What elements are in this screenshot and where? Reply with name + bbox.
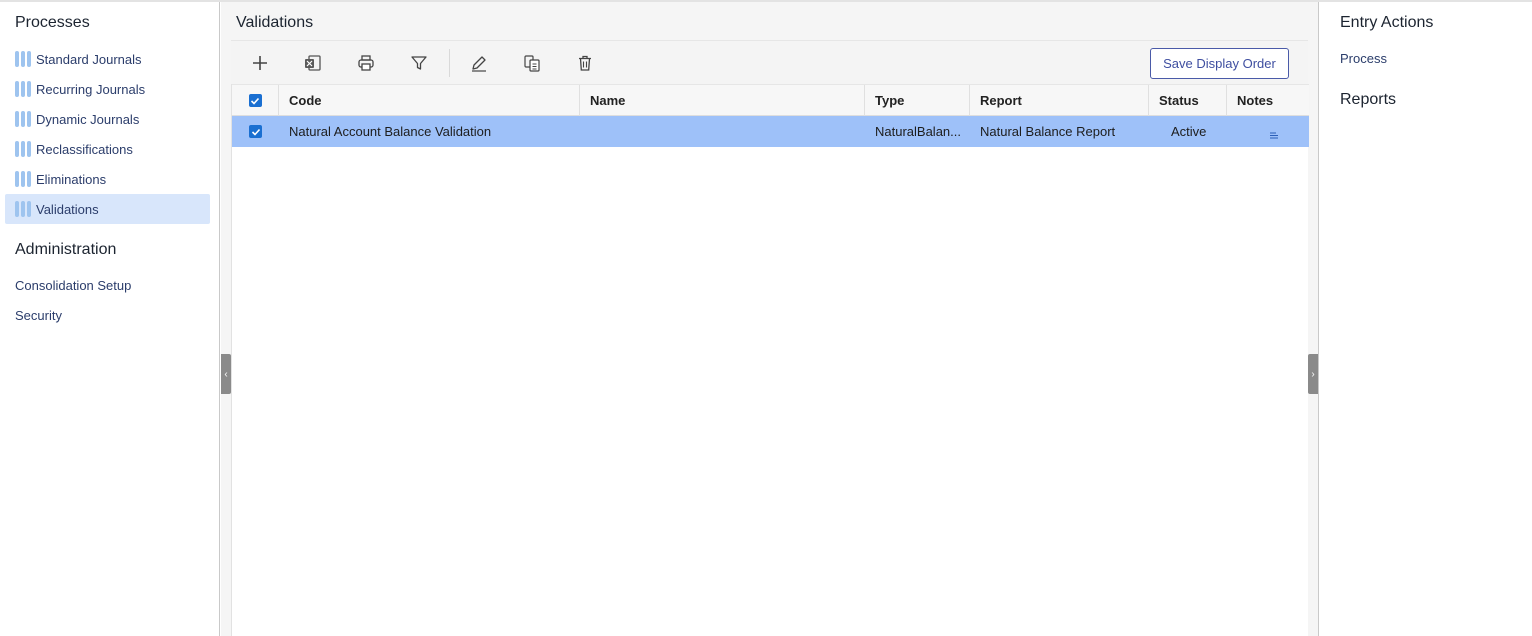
entry-actions-heading: Entry Actions [1340, 14, 1434, 31]
add-button[interactable] [247, 51, 273, 75]
processes-heading: Processes [15, 14, 90, 31]
edit-icon [472, 56, 486, 72]
checkbox-checked-icon [249, 125, 262, 138]
collapse-right-panel-button[interactable]: › [1308, 354, 1318, 394]
process-icon [15, 201, 31, 217]
toolbar-divider [449, 49, 450, 77]
administration-heading: Administration [15, 241, 117, 258]
delete-icon [579, 55, 591, 71]
delete-button[interactable] [572, 51, 598, 75]
column-header-code[interactable]: Code [279, 85, 580, 116]
sidebar-item-dynamic-journals[interactable]: Dynamic Journals [5, 104, 210, 134]
sidebar-item-label: Reclassifications [36, 141, 133, 157]
excel-export-icon [305, 55, 321, 71]
validations-grid: Code Name Type Report Status Notes Natur… [231, 84, 1309, 636]
sidebar-item-label: Validations [36, 201, 99, 217]
grid-header: Code Name Type Report Status Notes [232, 84, 1309, 116]
process-icon [15, 111, 31, 127]
sidebar-item-recurring-journals[interactable]: Recurring Journals [5, 74, 210, 104]
chevron-right-icon: › [1311, 368, 1315, 380]
filter-icon [411, 56, 427, 70]
export-excel-button[interactable] [300, 51, 326, 75]
column-header-report[interactable]: Report [970, 85, 1149, 116]
process-icon [15, 141, 31, 157]
filter-button[interactable] [406, 51, 432, 75]
process-icon [15, 171, 31, 187]
sidebar-item-validations[interactable]: Validations [5, 194, 210, 224]
print-button[interactable] [353, 51, 379, 75]
column-header-notes[interactable]: Notes [1227, 85, 1309, 116]
entry-action-process[interactable]: Process [1340, 51, 1387, 66]
column-header-status[interactable]: Status [1149, 85, 1227, 116]
select-all-checkbox[interactable] [232, 85, 279, 116]
sidebar-item-label: Eliminations [36, 171, 107, 187]
chevron-left-icon: ‹ [224, 368, 228, 380]
sidebar-item-label: Standard Journals [36, 51, 142, 67]
page-title: Validations [236, 14, 314, 31]
sidebar-link-security[interactable]: Security [15, 308, 62, 323]
process-icon [15, 81, 31, 97]
right-panel: Entry Actions Process Reports [1318, 2, 1532, 636]
copy-icon [524, 55, 540, 72]
notes-icon [1270, 132, 1278, 138]
reports-heading: Reports [1340, 91, 1397, 108]
sidebar-item-label: Dynamic Journals [36, 111, 140, 127]
process-icon [15, 51, 31, 67]
main-panel: Validations Save Display Order Code Name… [221, 2, 1318, 636]
sidebar-item-eliminations[interactable]: Eliminations [5, 164, 210, 194]
copy-button[interactable] [519, 51, 545, 75]
sidebar-link-consolidation-setup[interactable]: Consolidation Setup [15, 278, 131, 293]
save-display-order-button[interactable]: Save Display Order [1150, 48, 1289, 79]
row-checkbox[interactable] [232, 116, 279, 147]
checkbox-checked-icon [248, 94, 262, 107]
sidebar-item-reclassifications[interactable]: Reclassifications [5, 134, 210, 164]
cell-status: Active [1171, 124, 1207, 139]
sidebar-item-standard-journals[interactable]: Standard Journals [5, 44, 210, 74]
sidebar-item-label: Recurring Journals [36, 81, 146, 97]
cell-notes[interactable] [1227, 116, 1309, 147]
add-icon [253, 56, 267, 70]
collapse-left-panel-button[interactable]: ‹ [221, 354, 231, 394]
print-icon [358, 55, 374, 71]
edit-button[interactable] [466, 51, 492, 75]
cell-report: Natural Balance Report [980, 124, 1116, 139]
table-row[interactable]: Natural Account Balance Validation Natur… [232, 116, 1309, 147]
column-header-type[interactable]: Type [865, 85, 970, 116]
sidebar: Processes Standard Journals Recurring Jo… [0, 2, 220, 636]
toolbar: Save Display Order [231, 40, 1308, 84]
cell-type: NaturalBalan... [875, 124, 961, 139]
column-header-name[interactable]: Name [580, 85, 865, 116]
cell-name [580, 116, 865, 147]
cell-code: Natural Account Balance Validation [289, 124, 492, 139]
